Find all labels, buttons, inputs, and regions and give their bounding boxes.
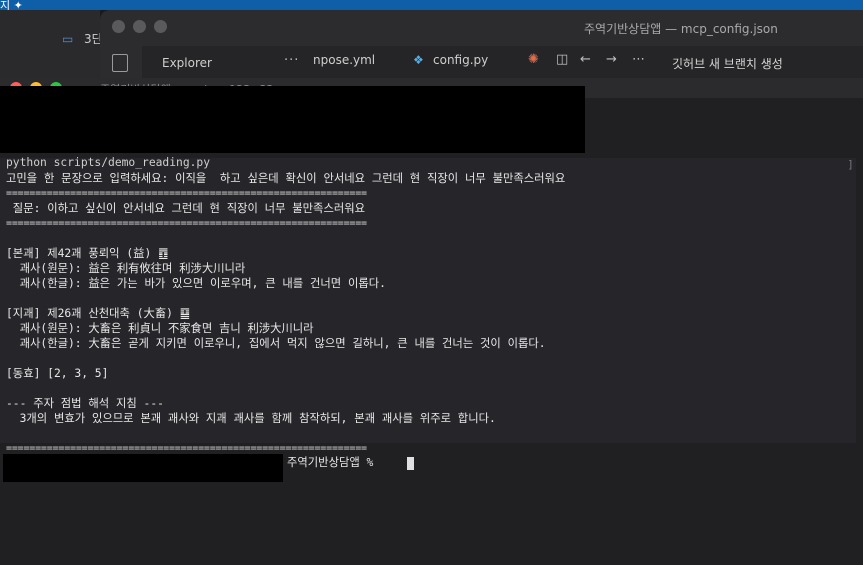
split-editor-icon[interactable]: ◫ xyxy=(556,52,568,67)
tab-compose-yml[interactable]: npose.yml xyxy=(313,53,375,67)
redacted-block xyxy=(3,454,283,482)
vscode-titlebar[interactable]: 주역기반상담앱 — mcp_config.json xyxy=(100,10,863,46)
terminal-line: 질문: 이하고 싶신이 안서네요 그런데 현 직장이 너무 불만족스러워요 xyxy=(6,202,366,215)
zoom-button[interactable] xyxy=(154,20,167,33)
files-icon[interactable] xyxy=(112,54,128,72)
explorer-more-button[interactable]: ··· xyxy=(284,53,299,68)
more-actions-icon[interactable]: ⋯ xyxy=(632,52,645,67)
shell-prompt: 주역기반상담앱 % xyxy=(287,456,374,469)
minimize-button[interactable] xyxy=(133,20,146,33)
terminal-cursor[interactable] xyxy=(407,457,414,470)
redacted-block xyxy=(0,86,585,153)
terminal-line: ========================================… xyxy=(6,188,367,199)
spark-icon[interactable]: ✺ xyxy=(528,52,539,67)
terminal-line: 고민을 한 문장으로 입력하세요: 이직을 하고 싶은데 확신이 안서네요 그런… xyxy=(6,172,566,185)
branch-panel-title: 깃허브 새 브랜치 생성 xyxy=(672,57,783,71)
tab-config-py[interactable]: config.py xyxy=(433,53,488,67)
vscode-window[interactable]: 주역기반상담앱 — mcp_config.json Explorer ··· n… xyxy=(100,10,863,78)
terminal-line: [동효] [2, 3, 5] xyxy=(6,367,109,380)
close-button[interactable] xyxy=(112,20,125,33)
forward-arrow-icon[interactable]: → xyxy=(606,52,617,67)
explorer-label: Explorer xyxy=(162,56,212,70)
desktop-top-strip: 지 ✦ xyxy=(0,0,863,12)
terminal-line: ========================================… xyxy=(6,218,367,229)
back-arrow-icon[interactable]: ← xyxy=(580,52,591,67)
terminal-line: --- 주자 점법 해석 지침 --- xyxy=(6,397,164,410)
terminal-window[interactable]: ▬ 주역기반상담앱 — -zsh — 123×32 ] python scrip… xyxy=(0,78,863,565)
python-icon: ❖ xyxy=(413,53,424,67)
terminal-line: 3개의 변효가 있으므로 본괘 괘사와 지괘 괘사를 함께 참작하되, 본괘 괘… xyxy=(6,412,496,425)
vscode-window-title: 주역기반상담앱 — mcp_config.json xyxy=(584,22,778,36)
terminal-line: [본괘] 제42괘 풍뢰익 (益) ䷩ xyxy=(6,247,169,260)
terminal-line: python scripts/demo_reading.py xyxy=(6,156,211,169)
terminal-line: 괘사(원문): 大畜은 利貞니 不家食면 吉니 利涉大川니라 xyxy=(6,322,314,335)
terminal-line: 괘사(한글): 大畜은 곧게 지키면 이로우니, 집에서 먹지 않으면 길하니,… xyxy=(6,337,546,350)
terminal-line: 괘사(원문): 益은 利有攸往며 利涉大川니라 xyxy=(6,262,246,275)
terminal-line: [지괘] 제26괘 산천대축 (大畜) ䷙ xyxy=(6,307,190,320)
monitor-icon: ▭ xyxy=(62,32,74,46)
scroll-marker: ] xyxy=(848,158,853,171)
terminal-line: 괘사(한글): 益은 가는 바가 있으면 이로우며, 큰 내를 건너면 이롭다. xyxy=(6,277,386,290)
